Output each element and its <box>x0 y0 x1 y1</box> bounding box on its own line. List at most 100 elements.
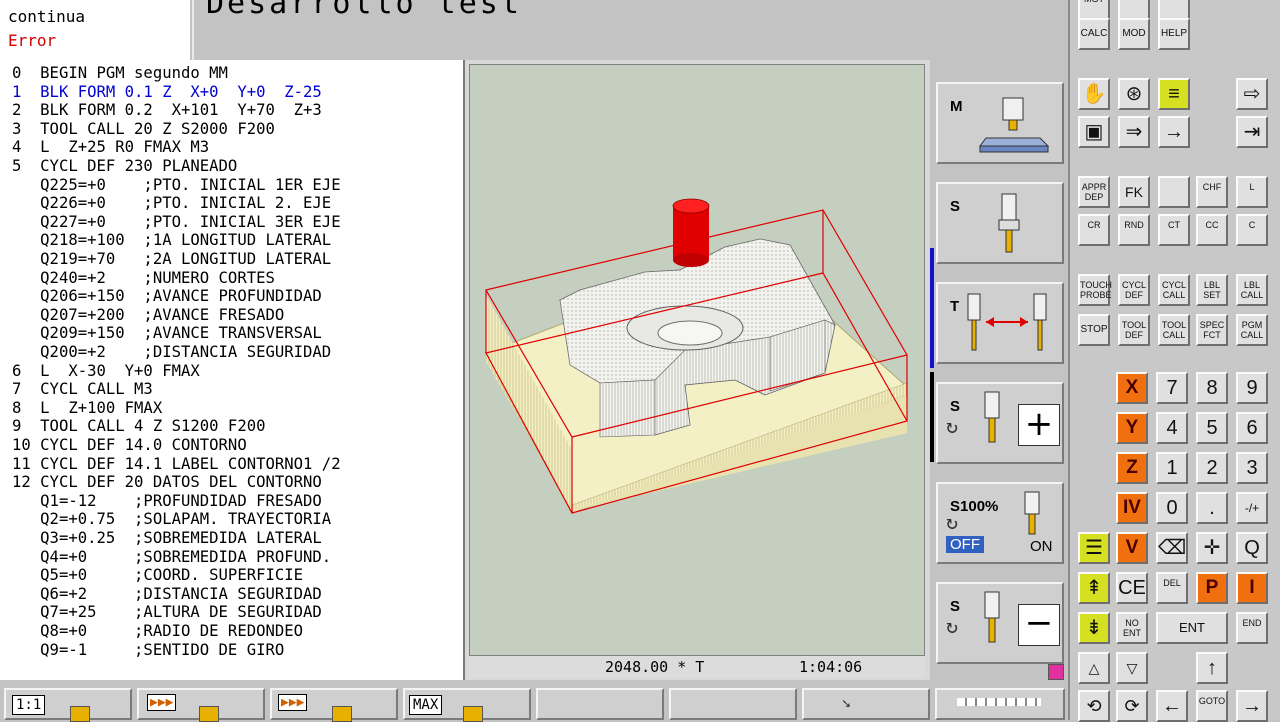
program-line[interactable]: 6 L X-30 Y+0 FMAX <box>12 362 200 381</box>
key-ent[interactable]: ENT <box>1156 612 1228 644</box>
key-1[interactable]: 1 <box>1156 452 1188 484</box>
key-del[interactable]: DEL <box>1156 572 1188 604</box>
key-calc[interactable]: CALC <box>1078 18 1110 50</box>
key-q[interactable]: Q <box>1236 532 1268 564</box>
key-7[interactable]: 7 <box>1156 372 1188 404</box>
program-line[interactable]: Q218=+100 ;1A LONGITUD LATERAL <box>12 231 331 250</box>
program-line-selected[interactable]: 1 BLK FORM 0.1 Z X+0 Y+0 Z-25 <box>12 83 322 102</box>
softkey-tool-change[interactable]: T <box>936 282 1064 364</box>
key-5[interactable]: 5 <box>1196 412 1228 444</box>
key-help[interactable]: HELP <box>1158 18 1190 50</box>
program-line[interactable]: Q225=+0 ;PTO. INICIAL 1ER EJE <box>12 176 340 195</box>
key-axis-x[interactable]: X <box>1116 372 1148 404</box>
key-6[interactable]: 6 <box>1236 412 1268 444</box>
softkey-spindle-speed[interactable]: S <box>936 182 1064 264</box>
key-appr-dep[interactable]: APPR DEP <box>1078 176 1110 208</box>
softkey-max[interactable]: MAX <box>403 688 531 722</box>
key-4[interactable]: 4 <box>1156 412 1188 444</box>
key-2[interactable]: 2 <box>1196 452 1228 484</box>
key-3[interactable]: 3 <box>1236 452 1268 484</box>
mdi-mode-icon[interactable]: ≡ <box>1158 78 1190 110</box>
key-chf[interactable]: CHF <box>1196 176 1228 208</box>
program-line[interactable]: Q9=-1 ;SENTIDO DE GIRO <box>12 641 284 660</box>
softkey-run-fast[interactable]: ▶▶▶ <box>137 688 265 722</box>
single-block-icon[interactable]: ▣ <box>1078 116 1110 148</box>
program-line[interactable]: 3 TOOL CALL 20 Z S2000 F200 <box>12 120 275 139</box>
simulation-viewport[interactable] <box>469 64 925 656</box>
program-line[interactable]: 11 CYCL DEF 14.1 LABEL CONTORNO1 /2 <box>12 455 341 474</box>
program-line[interactable]: 5 CYCL DEF 230 PLANEADO <box>12 157 237 176</box>
key-axis-v[interactable]: V <box>1116 532 1148 564</box>
program-line[interactable]: Q1=-12 ;PROFUNDIDAD FRESADO <box>12 492 322 511</box>
softkey-empty-6[interactable] <box>669 688 797 720</box>
key-lbl-call[interactable]: LBL CALL <box>1236 274 1268 306</box>
program-line[interactable]: Q207=+200 ;AVANCE FRESADO <box>12 306 284 325</box>
key-axis-y[interactable]: Y <box>1116 412 1148 444</box>
key-end[interactable]: END <box>1236 612 1268 644</box>
key-no-ent[interactable]: NO ENT <box>1116 612 1148 644</box>
screen-layout-icon[interactable] <box>1048 664 1064 680</box>
key-backspace-icon[interactable]: ⌫ <box>1156 532 1188 564</box>
program-line[interactable]: 4 L Z+25 R0 FMAX M3 <box>12 138 209 157</box>
program-run-icon[interactable]: → <box>1158 116 1190 148</box>
manual-mode-hand-icon[interactable]: ✋ <box>1078 78 1110 110</box>
cursor-up-icon[interactable]: ↑ <box>1196 652 1228 684</box>
cursor-right-icon[interactable]: → <box>1236 690 1268 722</box>
key-sign[interactable]: -/+ <box>1236 492 1268 524</box>
arrow-up-icon[interactable]: △ <box>1078 652 1110 684</box>
softkey-scale-1-1[interactable]: 1:1 <box>4 688 132 722</box>
softkey-spindle-override[interactable]: S100% ↻ OFF ON <box>936 482 1064 564</box>
softkey-spindle-minus[interactable]: S ↻ − <box>936 582 1064 664</box>
key-touch-probe[interactable]: TOUCH PROBE <box>1078 274 1112 306</box>
arrow-down-icon[interactable]: ▽ <box>1116 652 1148 684</box>
program-line[interactable]: Q209=+150 ;AVANCE TRANSVERSAL <box>12 324 322 343</box>
key-axis-z[interactable]: Z <box>1116 452 1148 484</box>
program-line[interactable]: Q226=+0 ;PTO. INICIAL 2. EJE <box>12 194 331 213</box>
program-line[interactable]: Q3=+0.25 ;SOBREMEDIDA LATERAL <box>12 529 322 548</box>
program-line[interactable]: Q7=+25 ;ALTURA DE SEGURIDAD <box>12 603 322 622</box>
program-line[interactable]: Q240=+2 ;NUMERO CORTES <box>12 269 275 288</box>
program-line[interactable]: Q4=+0 ;SOBREMEDIDA PROFUND. <box>12 548 331 567</box>
program-line[interactable]: 12 CYCL DEF 20 DATOS DEL CONTORNO <box>12 473 322 492</box>
softkey-level-switch[interactable] <box>935 688 1065 720</box>
program-line[interactable]: Q219=+70 ;2A LONGITUD LATERAL <box>12 250 331 269</box>
program-line[interactable]: 0 BEGIN PGM segundo MM <box>12 64 228 83</box>
key-actual-position-icon[interactable]: ✛ <box>1196 532 1228 564</box>
handwheel-icon[interactable]: ⊛ <box>1118 78 1150 110</box>
key-l[interactable]: L <box>1236 176 1268 208</box>
program-line[interactable]: 2 BLK FORM 0.2 X+101 Y+70 Z+3 <box>12 101 322 120</box>
softkey-empty-5[interactable] <box>536 688 664 720</box>
softkey-m-function[interactable]: M <box>936 82 1064 164</box>
key-mgt[interactable]: MGT <box>1078 0 1110 20</box>
key-cycl-call[interactable]: CYCL CALL <box>1158 274 1190 306</box>
key-insert-icon[interactable]: ⇞ <box>1078 572 1110 604</box>
key-cc[interactable]: CC <box>1196 214 1228 246</box>
program-line[interactable]: Q6=+2 ;DISTANCIA SEGURIDAD <box>12 585 322 604</box>
program-line[interactable]: Q8=+0 ;RADIO DE REDONDEO <box>12 622 303 641</box>
key-cycl-def[interactable]: CYCL DEF <box>1118 274 1150 306</box>
rotate-right-icon[interactable]: ⟳ <box>1116 690 1148 722</box>
cursor-left-icon[interactable]: ← <box>1156 690 1188 722</box>
key-spec-fct[interactable]: SPEC FCT <box>1196 314 1228 346</box>
key-decimal[interactable]: . <box>1196 492 1228 524</box>
key-goto[interactable]: GOTO <box>1196 690 1228 722</box>
key-axis-iv[interactable]: IV <box>1116 492 1148 524</box>
nc-program-listing[interactable]: 0 BEGIN PGM segundo MM 1 BLK FORM 0.1 Z … <box>0 60 465 680</box>
error-indicator[interactable]: Error <box>8 31 56 50</box>
key-c[interactable]: C <box>1236 214 1268 246</box>
program-line[interactable]: Q227=+0 ;PTO. INICIAL 3ER EJE <box>12 213 340 232</box>
key-tool-call[interactable]: TOOL CALL <box>1158 314 1190 346</box>
key-pgm-call[interactable]: PGM CALL <box>1236 314 1268 346</box>
key-0[interactable]: 0 <box>1156 492 1188 524</box>
program-line[interactable]: 8 L Z+100 FMAX <box>12 399 162 418</box>
program-line[interactable]: 7 CYCL CALL M3 <box>12 380 153 399</box>
key-ct[interactable]: CT <box>1158 214 1190 246</box>
softkey-spindle-plus[interactable]: S ↻ + <box>936 382 1064 464</box>
full-sequence-icon[interactable]: ⇒ <box>1118 116 1150 148</box>
key-program-mgmt-icon[interactable]: ☰ <box>1078 532 1110 564</box>
key-ce[interactable]: CE <box>1116 572 1148 604</box>
key-blank-top-2[interactable] <box>1158 0 1190 20</box>
program-edit-icon[interactable]: ⇥ <box>1236 116 1268 148</box>
program-line[interactable]: Q2=+0.75 ;SOLAPAM. TRAYECTORIA <box>12 510 331 529</box>
key-rnd[interactable]: RND <box>1118 214 1150 246</box>
